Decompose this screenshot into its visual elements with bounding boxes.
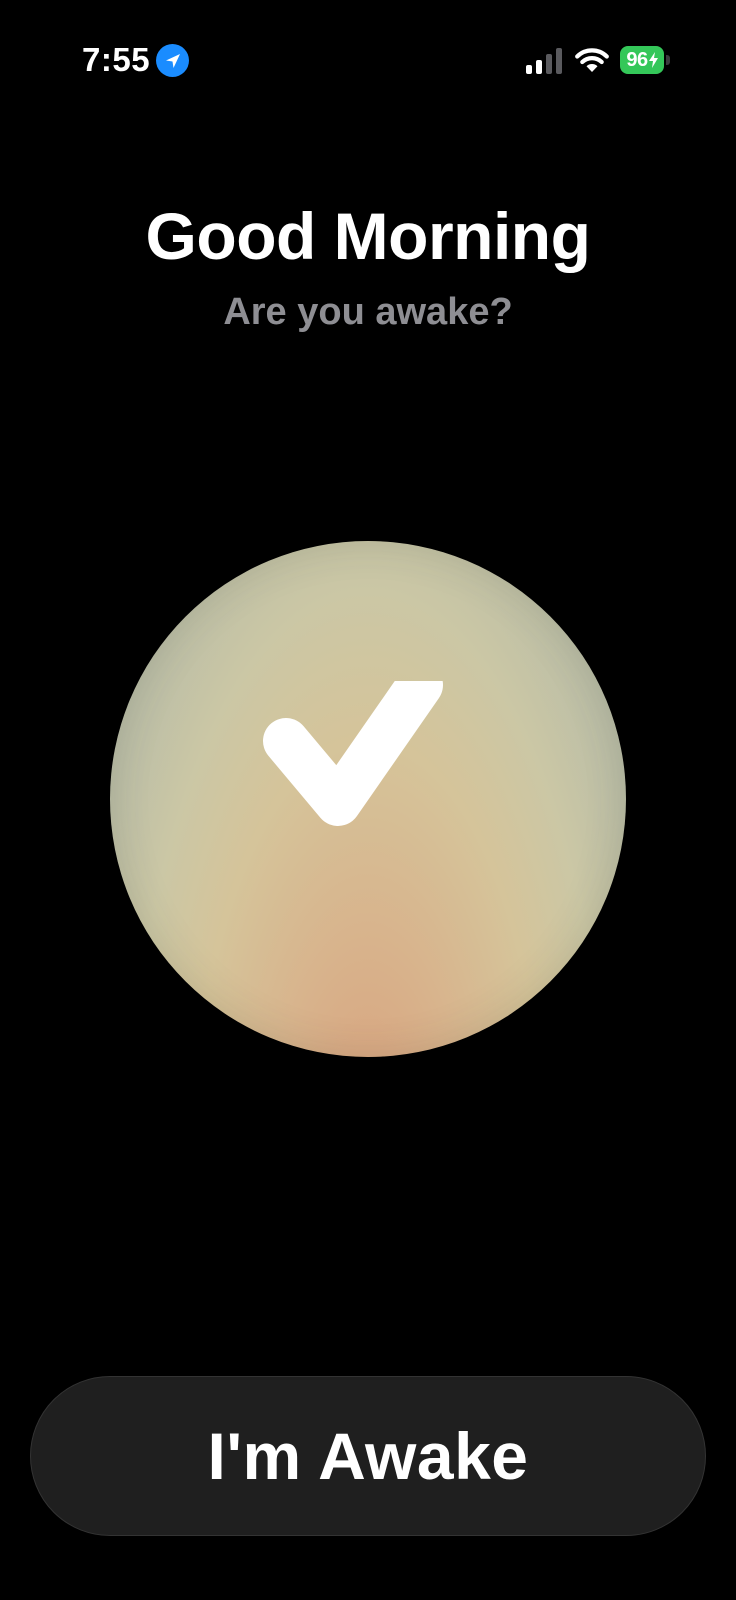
charging-bolt-icon — [648, 52, 658, 68]
battery-indicator: 96 — [620, 46, 670, 74]
battery-level: 96 — [620, 46, 664, 74]
cellular-signal-icon — [526, 48, 562, 74]
page-title: Good Morning — [145, 199, 591, 273]
status-bar: 7:55 96 — [0, 0, 736, 120]
battery-percent: 96 — [626, 48, 648, 71]
status-time: 7:55 — [82, 41, 151, 78]
location-arrow-icon — [156, 44, 189, 77]
battery-cap — [666, 55, 670, 65]
checkmark-icon — [263, 681, 443, 826]
im-awake-button[interactable]: I'm Awake — [30, 1376, 706, 1536]
im-awake-button-label: I'm Awake — [207, 1419, 529, 1493]
wifi-icon — [575, 48, 609, 72]
wake-orb — [110, 541, 626, 1057]
page-subtitle: Are you awake? — [223, 291, 513, 333]
